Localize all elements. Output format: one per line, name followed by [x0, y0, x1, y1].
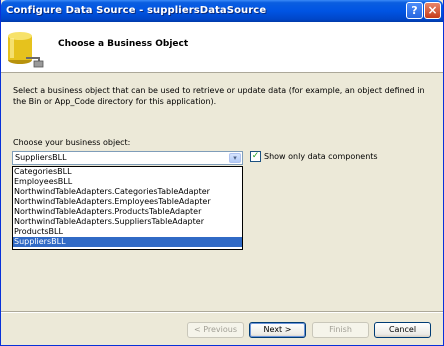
- title-bar[interactable]: Configure Data Source - suppliersDataSou…: [1, 0, 443, 22]
- finish-button[interactable]: Finish: [312, 322, 369, 338]
- list-item[interactable]: EmployeesBLL: [13, 177, 242, 187]
- wizard-header: Choose a Business Object: [1, 22, 443, 73]
- business-object-dropdown-list[interactable]: CategoriesBLL EmployeesBLL NorthwindTabl…: [12, 166, 243, 250]
- help-icon[interactable]: ?: [406, 2, 423, 19]
- show-data-components-checkbox[interactable]: ✓: [250, 151, 261, 162]
- list-item-selected[interactable]: SuppliersBLL: [13, 237, 242, 247]
- previous-button[interactable]: < Previous: [187, 322, 244, 338]
- show-data-components-label[interactable]: Show only data components: [264, 152, 378, 161]
- list-item[interactable]: NorthwindTableAdapters.SuppliersTableAda…: [13, 217, 242, 227]
- business-object-label: Choose your business object:: [13, 138, 131, 147]
- page-title: Choose a Business Object: [58, 39, 189, 49]
- list-item[interactable]: NorthwindTableAdapters.ProductsTableAdap…: [13, 207, 242, 217]
- window-title: Configure Data Source - suppliersDataSou…: [6, 5, 267, 16]
- next-button[interactable]: Next >: [249, 322, 306, 338]
- database-icon: [8, 32, 44, 68]
- list-item[interactable]: ProductsBLL: [13, 227, 242, 237]
- dialog-window: Configure Data Source - suppliersDataSou…: [0, 0, 444, 346]
- chevron-down-icon[interactable]: ▾: [229, 153, 241, 163]
- list-item[interactable]: NorthwindTableAdapters.EmployeesTableAda…: [13, 197, 242, 207]
- list-item[interactable]: CategoriesBLL: [13, 167, 242, 177]
- description-text: Select a business object that can be use…: [13, 86, 425, 106]
- cancel-button[interactable]: Cancel: [374, 322, 431, 338]
- business-object-combobox[interactable]: SuppliersBLL ▾: [12, 151, 243, 165]
- list-item[interactable]: NorthwindTableAdapters.CategoriesTableAd…: [13, 187, 242, 197]
- close-icon[interactable]: ×: [424, 2, 441, 19]
- combobox-selected-value: SuppliersBLL: [15, 153, 67, 162]
- footer-divider: [1, 311, 443, 313]
